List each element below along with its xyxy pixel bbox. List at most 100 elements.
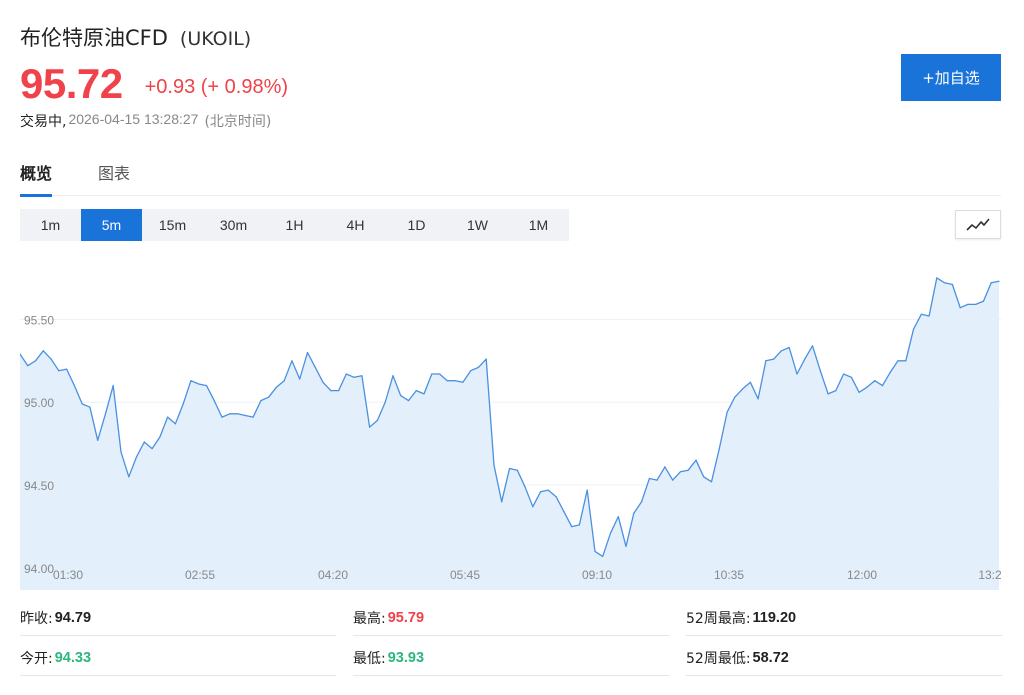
price-point (516, 469, 518, 471)
interval-1d[interactable]: 1D (386, 209, 447, 241)
interval-1m[interactable]: 1m (20, 209, 81, 241)
price-point (982, 300, 985, 302)
price-point (50, 358, 52, 360)
price-point (578, 524, 581, 526)
price-point (687, 469, 689, 471)
price-point (198, 383, 200, 385)
price-point (229, 413, 231, 415)
price-point (283, 380, 285, 382)
price-point (897, 360, 899, 362)
line-chart-icon (966, 217, 990, 231)
price-point (594, 550, 596, 552)
interval-selector: 1m 5m 15m 30m 1H 4H 1D 1W 1M (20, 209, 569, 241)
price-chart[interactable]: 94.00 94.50 95.00 95.50 01:30 02:55 04:20 05:4… (20, 253, 1001, 590)
price-point (959, 307, 961, 309)
price-point (151, 448, 153, 450)
x-tick-label: 02:55 (185, 568, 215, 582)
price-point (73, 385, 75, 387)
price-point (547, 489, 549, 491)
y-tick-label: 94.50 (24, 479, 54, 493)
price-point (462, 381, 464, 383)
price-point (617, 516, 619, 518)
x-tick-label: 10:35 (714, 568, 744, 582)
stat-high: 最高: 95.79 (353, 600, 669, 636)
price-point (672, 479, 674, 481)
price-point (501, 501, 503, 503)
price-point (213, 400, 215, 402)
price-point (27, 365, 29, 367)
status-timezone: (北京时间) (204, 114, 272, 130)
price-point (563, 511, 565, 513)
trading-status: 交易中, 2026-04-15 13:28:27 (北京时间) (20, 111, 271, 131)
interval-5m[interactable]: 5m (81, 209, 142, 241)
price-point (866, 386, 868, 388)
price-point (788, 346, 790, 349)
price-point (602, 555, 604, 557)
interval-4h[interactable]: 4H (325, 209, 386, 241)
price-point (135, 456, 138, 458)
add-to-watchlist-button[interactable]: +加自选 (901, 54, 1001, 101)
price-point (726, 411, 728, 413)
price-point (540, 491, 542, 493)
instrument-symbol: (UKOIL) (179, 28, 252, 50)
stat-label: 52周最高: (686, 610, 751, 627)
price-point (314, 366, 316, 368)
price-point (858, 391, 860, 393)
tab-chart[interactable]: 图表 (98, 158, 130, 196)
price-point (345, 373, 347, 375)
price-point (244, 414, 246, 417)
status-timestamp: 2026-04-15 13:28:27 (68, 111, 199, 127)
chart-type-button[interactable] (955, 210, 1001, 239)
price-point (586, 489, 588, 491)
price-point (268, 396, 270, 398)
interval-1w[interactable]: 1W (447, 209, 508, 241)
price-point (361, 375, 363, 377)
interval-30m[interactable]: 30m (203, 209, 264, 241)
price-point (275, 386, 277, 388)
interval-15m[interactable]: 15m (142, 209, 203, 241)
price-point (874, 380, 876, 382)
price-point (656, 479, 658, 481)
price-point (928, 315, 930, 317)
interval-1mo[interactable]: 1M (508, 209, 569, 241)
price-point (291, 360, 293, 362)
stat-label: 今开: (20, 650, 53, 667)
price-point (252, 416, 254, 418)
price-point (439, 373, 441, 375)
price-point (850, 376, 853, 378)
stat-value: 94.79 (54, 609, 92, 626)
price-point (322, 381, 324, 383)
price-point (780, 350, 783, 352)
stat-value: 93.93 (387, 649, 425, 666)
price-point (609, 532, 612, 534)
stat-value: 94.33 (54, 649, 92, 666)
price-point (81, 403, 83, 405)
price-point (260, 400, 262, 402)
price-point (221, 416, 223, 418)
x-tick-label: 04:20 (318, 568, 348, 582)
price-point (190, 380, 192, 382)
price-point (493, 464, 495, 466)
price-point (773, 358, 775, 360)
price-point (431, 373, 433, 375)
interval-1h[interactable]: 1H (264, 209, 325, 241)
price-point (695, 459, 697, 461)
price-point (477, 366, 479, 368)
price-point (734, 396, 736, 398)
y-tick-label: 94.00 (24, 562, 54, 576)
price-point (843, 373, 845, 375)
price-point (104, 413, 107, 415)
stat-label: 最低: (353, 650, 386, 667)
price-point (143, 441, 145, 443)
price-point (625, 545, 627, 547)
price-point (446, 380, 448, 382)
stat-value: 95.79 (387, 609, 425, 626)
stat-value: 58.72 (752, 649, 789, 666)
price-point (710, 481, 713, 483)
price-point (42, 350, 44, 352)
tab-overview[interactable]: 概览 (20, 158, 53, 197)
price-point (485, 358, 487, 360)
price-point (811, 345, 814, 347)
price-point (951, 283, 954, 286)
price-point (967, 303, 969, 305)
